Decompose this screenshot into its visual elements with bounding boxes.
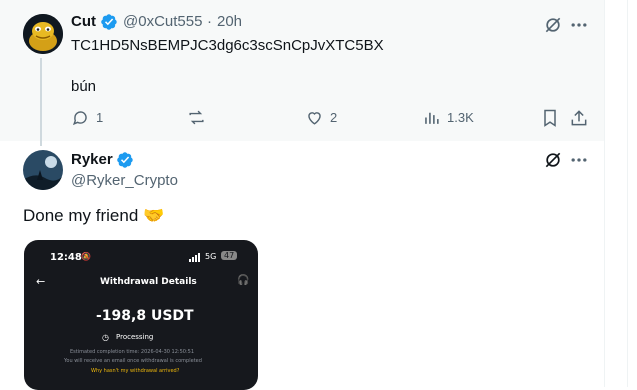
verified-badge-icon bbox=[101, 14, 117, 30]
battery-level: 47 bbox=[221, 251, 238, 260]
column-divider bbox=[604, 0, 605, 387]
bookmark-icon[interactable] bbox=[540, 108, 560, 128]
author-name[interactable]: Ryker bbox=[71, 151, 113, 168]
avatar-ryker[interactable] bbox=[23, 150, 63, 190]
share-icon[interactable] bbox=[569, 108, 589, 128]
like-button[interactable]: 2 bbox=[305, 108, 337, 127]
more-options-icon[interactable] bbox=[569, 150, 589, 170]
status-text: Processing bbox=[116, 333, 154, 341]
handshake-emoji: 🤝 bbox=[143, 206, 165, 225]
avatar-cut[interactable] bbox=[23, 14, 63, 54]
author-handle[interactable]: @0xCut555 bbox=[123, 13, 202, 30]
attached-image[interactable]: 12:48 🔕 5G 47 ← Withdrawal Details 🎧 -19… bbox=[24, 240, 258, 390]
help-link[interactable]: Why hasn't my withdrawal arrived? bbox=[91, 368, 179, 374]
author-name[interactable]: Cut bbox=[71, 13, 96, 30]
status-clock: 12:48 bbox=[50, 252, 82, 263]
repost-button[interactable] bbox=[187, 108, 206, 127]
grok-icon[interactable] bbox=[543, 150, 563, 170]
tweet-text-content: Done my friend bbox=[23, 206, 139, 225]
author-handle[interactable]: @Ryker_Crypto bbox=[71, 172, 178, 189]
analytics-icon bbox=[425, 112, 439, 124]
more-options-icon[interactable] bbox=[569, 15, 589, 35]
timestamp[interactable]: 20h bbox=[217, 13, 242, 30]
thread-line bbox=[40, 58, 42, 146]
reply-button[interactable]: 1 bbox=[71, 108, 103, 127]
withdraw-amount: -198,8 USDT bbox=[96, 308, 194, 324]
grok-icon[interactable] bbox=[543, 15, 563, 35]
estimated-time: Estimated completion time: 2026-04-30 12… bbox=[70, 349, 195, 355]
views-button[interactable]: 1.3K bbox=[422, 108, 474, 127]
heart-icon bbox=[308, 112, 321, 125]
reply-icon bbox=[72, 111, 87, 126]
back-arrow-icon[interactable]: ← bbox=[36, 275, 45, 288]
tweet-message-text: bún bbox=[71, 78, 97, 95]
reply-count: 1 bbox=[96, 110, 104, 125]
signal-icon bbox=[189, 253, 200, 262]
verified-badge-icon bbox=[117, 152, 133, 168]
bell-mute-icon: 🔕 bbox=[81, 252, 91, 261]
network-type: 5G bbox=[205, 252, 217, 261]
headset-icon[interactable]: 🎧 bbox=[237, 275, 249, 286]
repost-icon bbox=[189, 110, 204, 125]
tweet-text: Done my friend 🤝 bbox=[23, 206, 164, 226]
tweet-address-text: TC1HD5NsBEMPJC3dg6c3scSnCpJvXTC5BX bbox=[71, 37, 384, 54]
clock-icon: ◷ bbox=[102, 333, 109, 342]
separator-dot: · bbox=[207, 13, 212, 30]
screen-title: Withdrawal Details bbox=[100, 277, 197, 287]
side-panel-edge bbox=[627, 0, 637, 387]
view-count: 1.3K bbox=[447, 110, 474, 125]
email-notice: You will receive an email once withdrawa… bbox=[64, 358, 202, 364]
like-count: 2 bbox=[330, 110, 338, 125]
